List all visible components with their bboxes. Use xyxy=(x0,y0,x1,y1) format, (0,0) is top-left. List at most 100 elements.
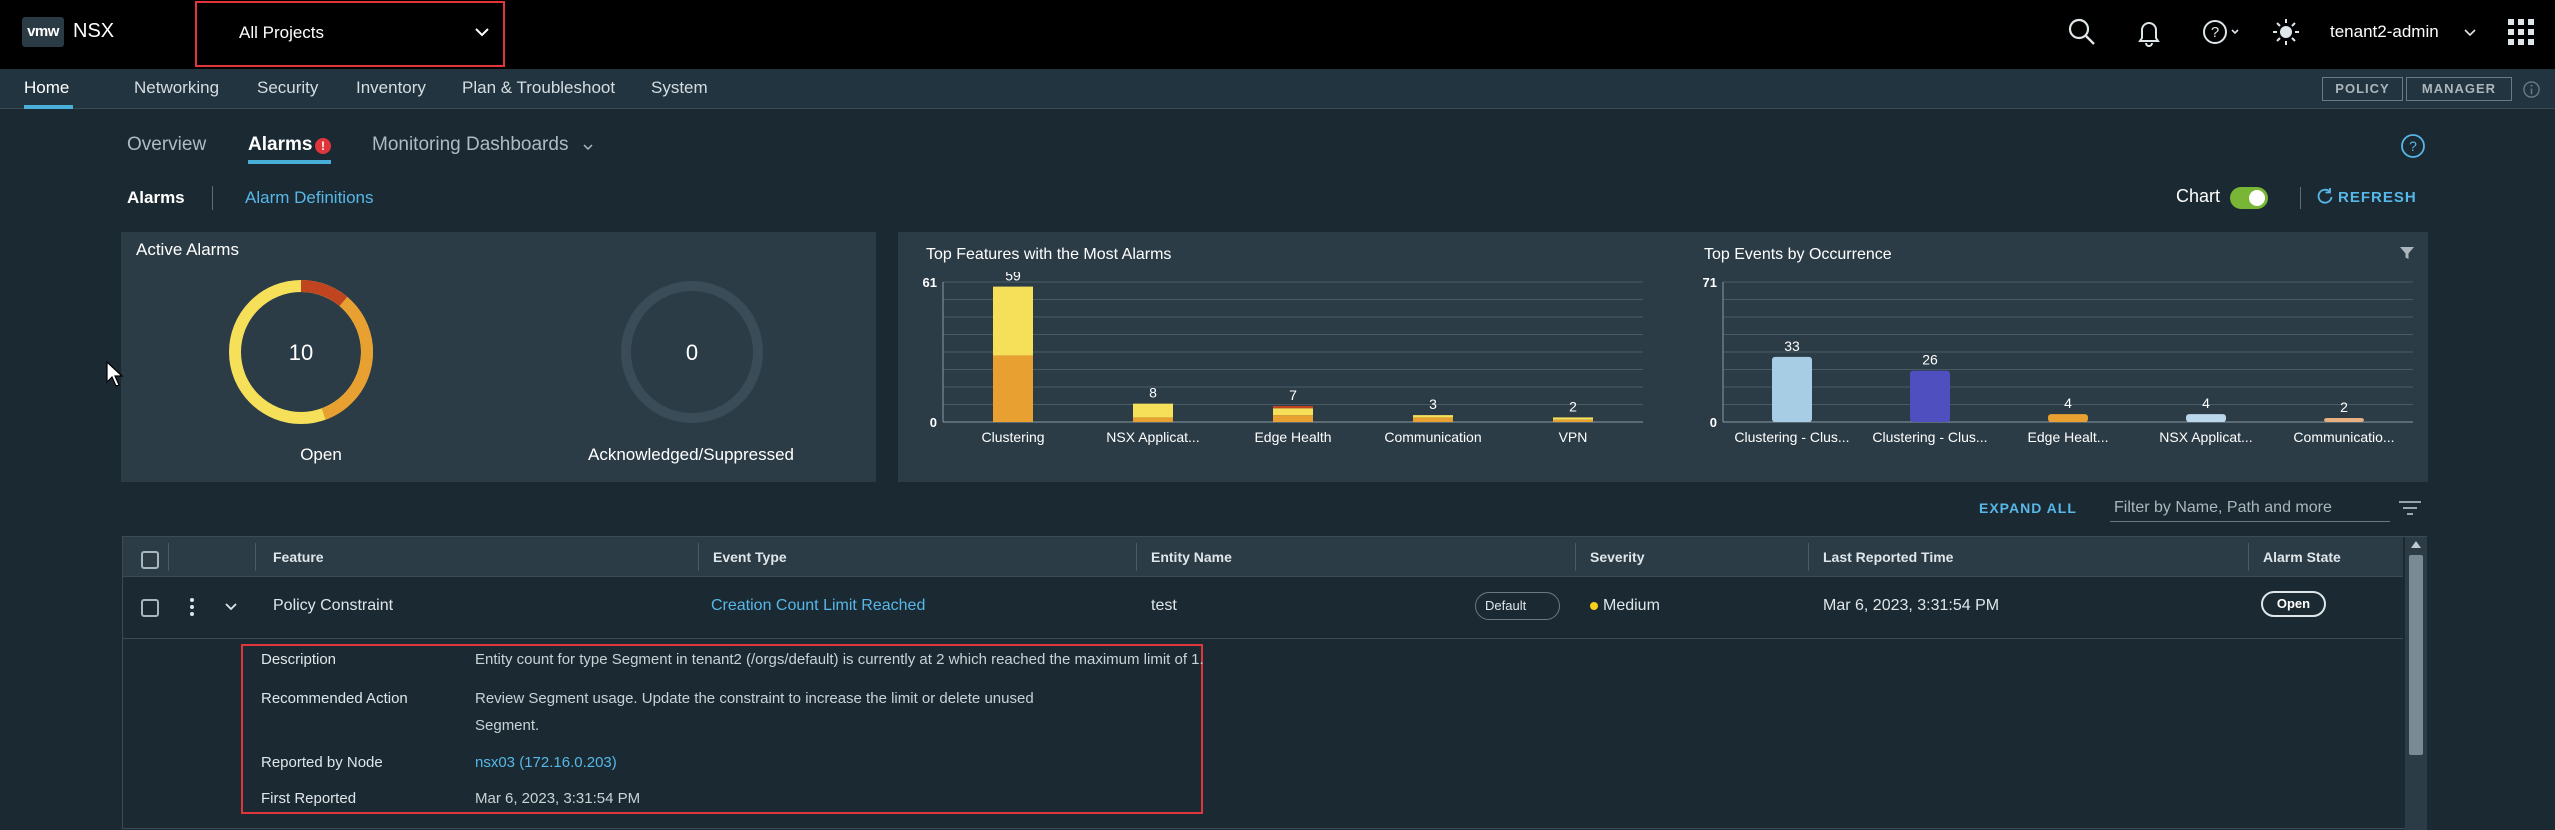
column-filter-icon[interactable] xyxy=(2398,500,2422,516)
policy-mode-button[interactable]: POLICY xyxy=(2322,77,2403,101)
chevron-down-icon[interactable] xyxy=(223,599,239,615)
bar-segment[interactable] xyxy=(1133,417,1173,422)
column-header-entity-name[interactable]: Entity Name xyxy=(1151,549,1232,565)
y-tick-label: 0 xyxy=(1710,415,1717,430)
detail-first-reported: Mar 6, 2023, 3:31:54 PM xyxy=(475,790,641,807)
bar-segment[interactable] xyxy=(1413,417,1453,422)
bar-segment[interactable] xyxy=(1273,405,1313,409)
divider xyxy=(2300,187,2301,209)
bar[interactable] xyxy=(1772,356,1812,422)
vmware-logo: vmw xyxy=(22,17,64,47)
help-menu-icon[interactable]: ? xyxy=(2200,16,2244,48)
column-separator xyxy=(1136,543,1137,571)
top-charts-card: Top Features with the Most Alarms Top Ev… xyxy=(898,232,2428,482)
tab-overview[interactable]: Overview xyxy=(127,134,206,156)
divider xyxy=(212,186,213,210)
manager-mode-button[interactable]: MANAGER xyxy=(2406,77,2512,101)
bar-value-label: 33 xyxy=(1784,338,1800,354)
chevron-down-icon[interactable] xyxy=(582,141,594,153)
nav-home[interactable]: Home xyxy=(24,78,69,98)
user-menu[interactable]: tenant2-admin xyxy=(2330,22,2439,42)
bell-icon[interactable] xyxy=(2133,16,2165,48)
column-header-severity[interactable]: Severity xyxy=(1590,549,1644,565)
open-alarms-donut[interactable]: 10 xyxy=(226,277,376,427)
column-separator xyxy=(1575,543,1576,571)
detail-node-link[interactable]: nsx03 (172.16.0.203) xyxy=(475,754,617,771)
nav-networking[interactable]: Networking xyxy=(134,78,219,98)
bar-value-label: 3 xyxy=(1429,396,1437,412)
severity-dot xyxy=(1590,602,1598,610)
bar-segment[interactable] xyxy=(1133,403,1173,418)
bar-segment[interactable] xyxy=(993,286,1033,356)
category-label: Edge Health xyxy=(1254,429,1331,445)
nav-security[interactable]: Security xyxy=(257,78,318,98)
y-tick-label: 61 xyxy=(923,275,937,290)
row-checkbox[interactable] xyxy=(141,599,159,617)
chart-features-title: Top Features with the Most Alarms xyxy=(926,246,1172,263)
bar-value-label: 4 xyxy=(2064,395,2072,411)
active-alarms-title: Active Alarms xyxy=(136,240,239,259)
category-label: Clustering - Clus... xyxy=(1872,429,1987,445)
active-alarms-card: Active Alarms 10 Open 0 Acknowledged/Sup… xyxy=(121,232,876,482)
expand-all-button[interactable]: EXPAND ALL xyxy=(1979,500,2077,516)
project-selector[interactable]: All Projects xyxy=(195,1,505,67)
y-tick-label: 71 xyxy=(1703,275,1717,290)
column-separator xyxy=(698,543,699,571)
tab-monitoring-dashboards[interactable]: Monitoring Dashboards xyxy=(372,134,568,156)
alarm-state-badge[interactable]: Open xyxy=(2261,591,2326,617)
search-icon[interactable] xyxy=(2066,16,2098,48)
column-separator xyxy=(168,543,169,571)
category-label: Communication xyxy=(1384,429,1481,445)
features-bar-chart: 61 0 59 Clustering 8 NSX Applicat... 7 Edge Hea… xyxy=(923,272,1643,445)
subnav-alarm-definitions[interactable]: Alarm Definitions xyxy=(245,188,374,208)
table-row[interactable]: Policy Constraint Creation Count Limit R… xyxy=(123,577,2403,639)
donut-segment-critical xyxy=(300,280,348,307)
column-header-feature[interactable]: Feature xyxy=(273,549,324,565)
bar-value-label: 2 xyxy=(1569,398,1577,414)
detail-node-label: Reported by Node xyxy=(261,754,383,771)
detail-first-reported-label: First Reported xyxy=(261,790,357,807)
open-alarms-label: Open xyxy=(300,445,342,464)
row-event-type-link[interactable]: Creation Count Limit Reached xyxy=(711,597,925,615)
category-label: Clustering - Clus... xyxy=(1734,429,1849,445)
info-icon[interactable] xyxy=(2522,80,2541,99)
app-grid-icon[interactable] xyxy=(2505,16,2537,48)
bar-segment[interactable] xyxy=(993,355,1033,422)
bar[interactable] xyxy=(2048,414,2088,422)
category-label: NSX Applicat... xyxy=(2159,429,2252,445)
refresh-button[interactable]: REFRESH xyxy=(2338,189,2417,206)
bar-segment[interactable] xyxy=(1273,415,1313,422)
filter-input[interactable] xyxy=(2110,494,2390,522)
nav-plan-troubleshoot[interactable]: Plan & Troubleshoot xyxy=(462,78,615,98)
column-header-last-reported[interactable]: Last Reported Time xyxy=(1823,549,1953,565)
nav-inventory[interactable]: Inventory xyxy=(356,78,426,98)
help-circle-icon[interactable]: ? xyxy=(2400,133,2426,159)
bar[interactable] xyxy=(2324,418,2364,422)
theme-sun-icon[interactable] xyxy=(2270,16,2302,48)
alarm-details-panel xyxy=(241,644,1203,814)
detail-recommended-line1: Review Segment usage. Update the constra… xyxy=(475,690,1034,707)
bar-segment[interactable] xyxy=(1413,415,1453,418)
chart-events-title: Top Events by Occurrence xyxy=(1704,246,1892,263)
more-actions-icon[interactable] xyxy=(189,595,195,619)
subnav-alarms[interactable]: Alarms xyxy=(127,188,185,208)
select-all-checkbox[interactable] xyxy=(141,551,159,569)
tab-alarms[interactable]: Alarms xyxy=(248,134,312,156)
scroll-thumb[interactable] xyxy=(2409,555,2423,755)
refresh-icon[interactable] xyxy=(2316,187,2334,205)
chevron-down-icon[interactable] xyxy=(2460,16,2480,48)
scroll-up-arrow[interactable] xyxy=(2411,541,2421,548)
bar[interactable] xyxy=(1910,370,1950,422)
table-scrollbar[interactable] xyxy=(2405,537,2427,830)
column-header-alarm-state[interactable]: Alarm State xyxy=(2263,549,2341,565)
chart-toggle[interactable] xyxy=(2230,187,2268,209)
nav-system[interactable]: System xyxy=(651,78,708,98)
bar-segment[interactable] xyxy=(1273,408,1313,416)
bar-segment[interactable] xyxy=(1553,419,1593,422)
bar-segment[interactable] xyxy=(1553,417,1593,420)
bar[interactable] xyxy=(2186,414,2226,422)
ack-alarms-donut[interactable]: 0 xyxy=(617,277,767,427)
filter-icon[interactable] xyxy=(2398,244,2416,262)
column-header-event-type[interactable]: Event Type xyxy=(713,549,787,565)
table-header: Feature Event Type Entity Name Severity … xyxy=(123,537,2403,577)
